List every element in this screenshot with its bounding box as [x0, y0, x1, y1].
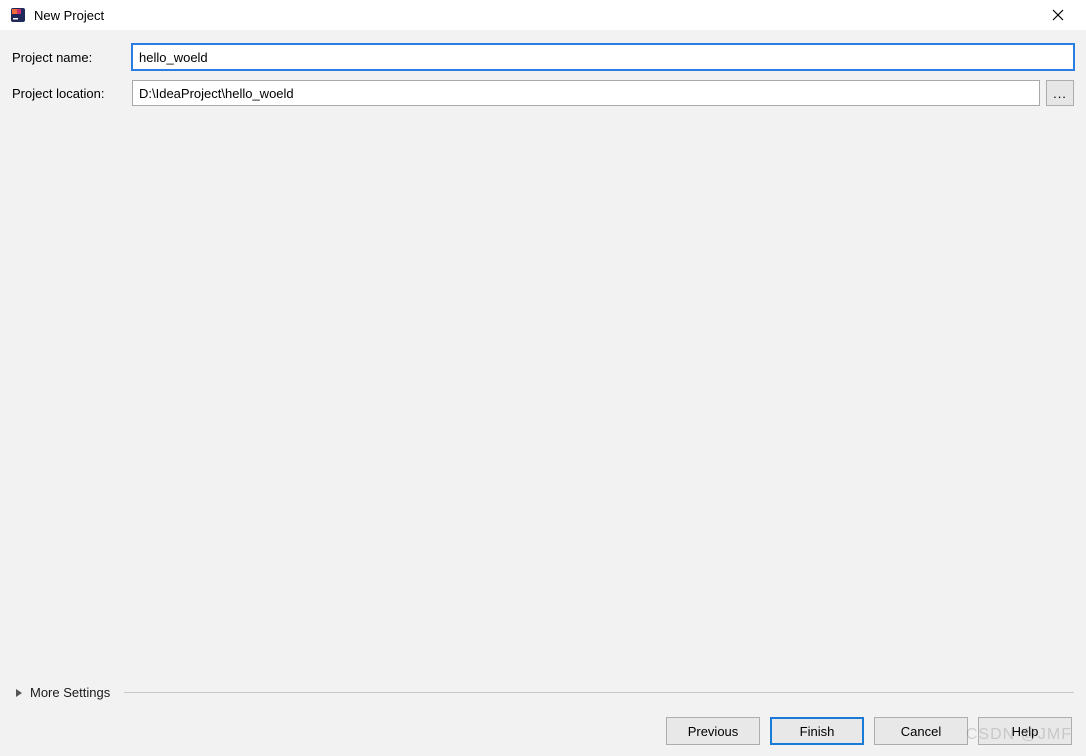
- cancel-button[interactable]: Cancel: [874, 717, 968, 745]
- project-location-label: Project location:: [12, 86, 132, 101]
- close-icon: [1052, 9, 1064, 21]
- project-location-input[interactable]: [132, 80, 1040, 106]
- project-name-input[interactable]: [132, 44, 1074, 70]
- window-title: New Project: [34, 8, 1038, 23]
- divider: [124, 692, 1074, 693]
- project-name-label: Project name:: [12, 50, 132, 65]
- browse-location-button[interactable]: ...: [1046, 80, 1074, 106]
- project-name-row: Project name:: [12, 44, 1074, 70]
- previous-button[interactable]: Previous: [666, 717, 760, 745]
- new-project-dialog: New Project Project name: Project locati…: [0, 0, 1086, 756]
- more-settings-toggle[interactable]: More Settings: [0, 677, 1086, 706]
- help-button[interactable]: Help: [978, 717, 1072, 745]
- chevron-right-icon: [14, 688, 24, 698]
- more-settings-label: More Settings: [30, 685, 110, 700]
- close-button[interactable]: [1038, 0, 1078, 30]
- titlebar: New Project: [0, 0, 1086, 30]
- finish-button[interactable]: Finish: [770, 717, 864, 745]
- spacer: [0, 116, 1086, 677]
- form-area: Project name: Project location: ...: [0, 30, 1086, 116]
- button-bar: Previous Finish Cancel Help: [0, 706, 1086, 756]
- project-location-row: Project location: ...: [12, 80, 1074, 106]
- idea-app-icon: [10, 7, 26, 23]
